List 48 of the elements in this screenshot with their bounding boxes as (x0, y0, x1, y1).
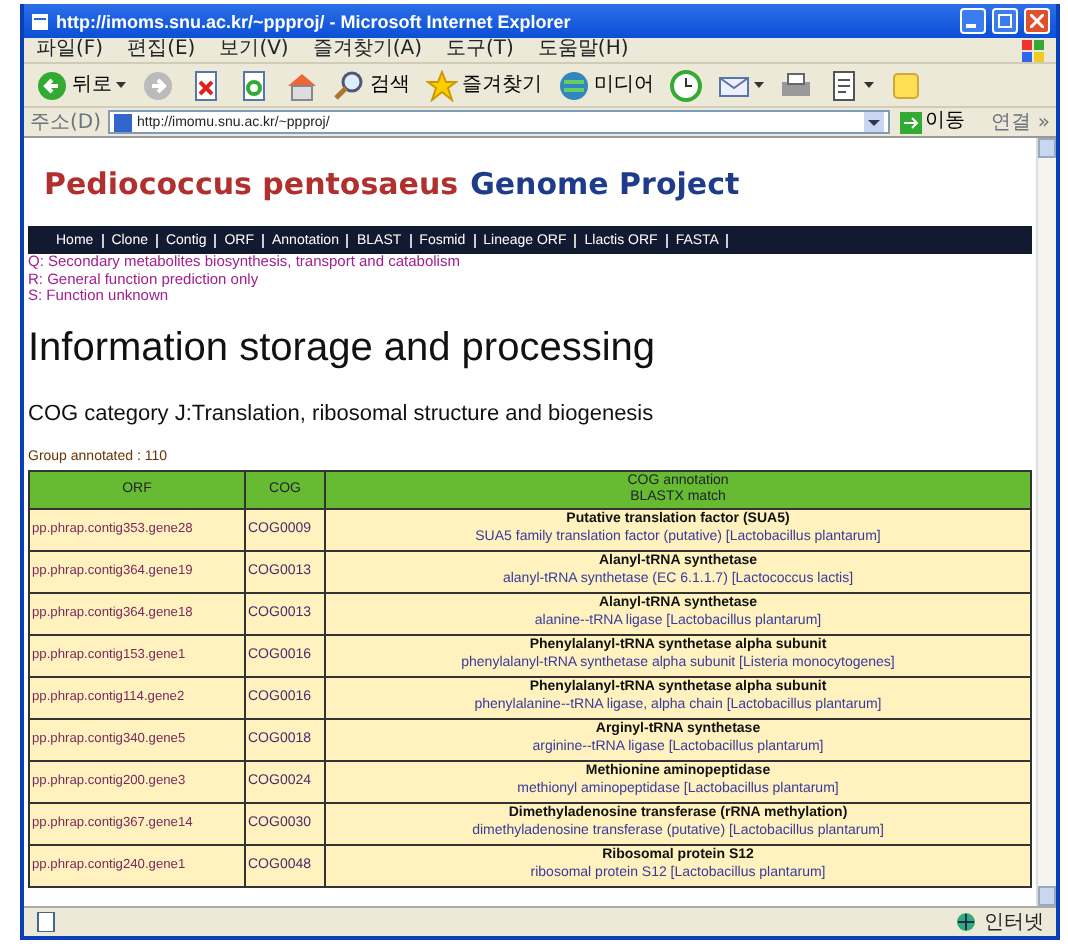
go-button[interactable]: 이동 (895, 111, 970, 133)
site-subtitle: Genome Project (470, 166, 740, 202)
menu-item[interactable]: 보기(V) (219, 40, 289, 60)
minimize-button[interactable] (960, 8, 986, 34)
close-icon (1030, 14, 1044, 28)
history-button[interactable] (666, 69, 706, 101)
maximize-icon (998, 14, 1012, 28)
back-button[interactable]: 뒤로 (32, 69, 130, 101)
globe-icon (558, 69, 590, 101)
star-icon (426, 69, 458, 101)
zone-label: 인터넷 (984, 909, 1044, 937)
dropdown-icon[interactable] (863, 112, 884, 132)
globe-icon (956, 912, 976, 932)
favorites-button[interactable]: 즐겨찾기 (422, 69, 546, 101)
scrollbar[interactable] (1036, 138, 1056, 906)
menu-item[interactable]: 편집(E) (127, 40, 196, 60)
stop-icon (190, 69, 222, 101)
clock-icon (670, 69, 702, 101)
page-icon (30, 11, 50, 31)
page-icon (36, 912, 56, 932)
caret-icon (754, 82, 764, 88)
menu-item[interactable]: 도구(T) (446, 40, 514, 60)
menu-item[interactable]: 즐겨찾기(A) (312, 40, 422, 60)
menu-item[interactable]: 파일(F) (36, 40, 104, 60)
links-label[interactable]: 연결 » (991, 107, 1050, 137)
site-title: Pediococcus pentosaeus (44, 166, 459, 202)
menu-item[interactable]: 도움말(H) (537, 40, 629, 60)
address-label: 주소(D) (30, 109, 102, 137)
media-button[interactable]: 미디어 (554, 69, 658, 101)
printer-icon (780, 69, 812, 101)
caret-icon (864, 82, 874, 88)
category-title: COG category J:Translation, ribosomal structure and biogenesis (28, 399, 656, 430)
print-button[interactable] (776, 69, 816, 101)
windows-logo-icon (1022, 39, 1044, 61)
search-icon (334, 69, 366, 101)
window-title: http://imoms.snu.ac.kr/~ppproj/ - Microsoft Internet Explorer (56, 11, 573, 31)
forward-icon (142, 69, 174, 101)
maximize-button[interactable] (992, 8, 1018, 34)
page-icon (828, 69, 860, 101)
page-heading: Information storage and processing (28, 323, 658, 374)
back-icon (36, 69, 68, 101)
caret-icon (116, 82, 126, 88)
note-icon (890, 69, 922, 101)
close-button[interactable] (1024, 8, 1050, 34)
page-icon (113, 113, 132, 131)
home-icon (286, 69, 318, 101)
search-button[interactable]: 검색 (330, 69, 414, 101)
refresh-icon (238, 69, 270, 101)
